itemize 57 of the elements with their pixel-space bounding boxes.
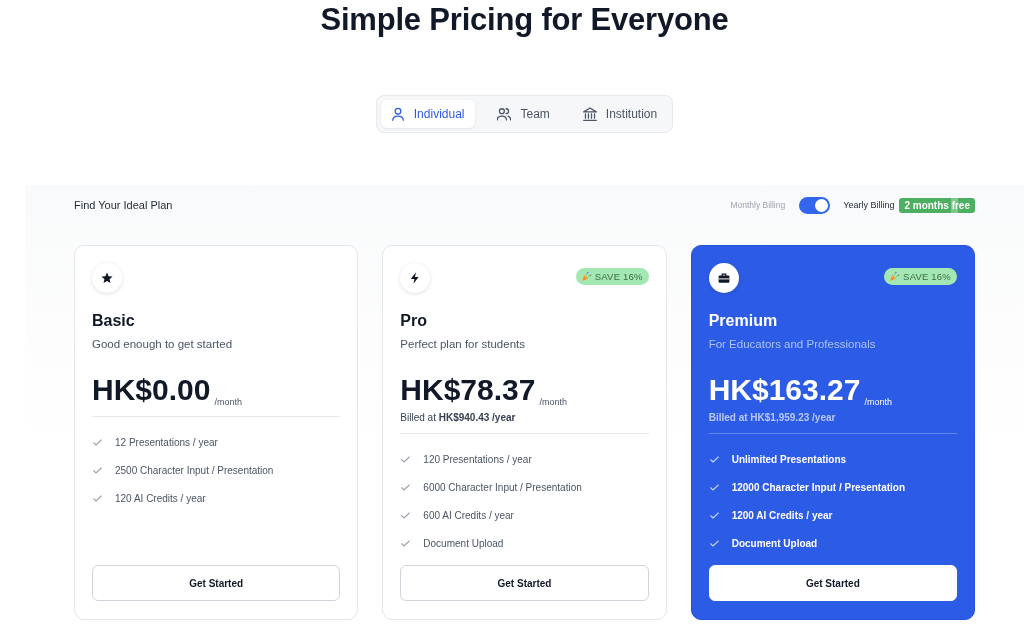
plan-price: HK$78.37	[400, 372, 536, 408]
savings-label: SAVE 16%	[594, 270, 643, 282]
briefcase-icon	[708, 263, 739, 293]
yearly-billing-note: Billed at HK$1,959.23 /year	[708, 411, 837, 425]
people-icon	[497, 107, 512, 121]
plan-price: HK$163.27	[708, 372, 861, 408]
plan-name: Basic	[92, 311, 136, 331]
feature-text: Document Upload	[423, 537, 504, 549]
check-icon	[709, 539, 719, 547]
price-period: /month	[864, 397, 892, 407]
plan-price: HK$0.00	[92, 372, 211, 408]
feature-text: Unlimited Presentations	[731, 453, 847, 465]
person-icon	[390, 107, 405, 121]
monthly-billing-label: Monthly Billing	[730, 200, 786, 210]
feature-text: 2500 Character Input / Presentation	[115, 464, 274, 476]
get-started-button[interactable]: Get Started	[708, 565, 957, 601]
feature-text: 12000 Character Input / Presentation	[731, 481, 906, 493]
check-icon	[93, 494, 102, 502]
promo-badge: 2 months free	[899, 197, 975, 213]
get-started-button[interactable]: Get Started	[400, 565, 649, 601]
feature-text: Document Upload	[731, 537, 818, 549]
page-title: Simple Pricing for Everyone	[320, 1, 729, 39]
check-icon	[709, 455, 719, 463]
check-icon	[401, 483, 411, 491]
check-icon	[401, 511, 411, 519]
check-icon	[93, 466, 102, 474]
feature-text: 6000 Character Input / Presentation	[423, 481, 582, 493]
section-heading: Find Your Ideal Plan	[74, 199, 173, 211]
plan-description: Good enough to get started	[92, 337, 234, 352]
price-period: /month	[539, 397, 567, 407]
feature-text: 1200 AI Credits / year	[731, 509, 833, 521]
check-icon	[401, 539, 411, 547]
plan-name: Pro	[400, 311, 428, 331]
plan-description: For Educators and Professionals	[708, 337, 877, 352]
savings-label: SAVE 16%	[903, 270, 951, 282]
feature-text: 120 Presentations / year	[423, 453, 532, 465]
bank-icon	[582, 107, 597, 121]
audience-tab[interactable]: Team	[487, 100, 561, 128]
get-started-button[interactable]: Get Started	[92, 565, 341, 601]
yearly-billing-label: Yearly Billing	[843, 200, 895, 210]
plan-name: Premium	[708, 311, 779, 331]
audience-tab[interactable]: Institution	[572, 100, 669, 128]
plan-description: Perfect plan for students	[400, 337, 526, 352]
check-icon	[709, 511, 719, 519]
feature-text: 600 AI Credits / year	[423, 509, 514, 521]
feature-text: 120 AI Credits / year	[115, 492, 206, 504]
party-popper-icon	[580, 270, 592, 282]
check-icon	[709, 483, 719, 491]
check-icon	[401, 455, 411, 463]
yearly-billing-note: Billed at HK$940.43 /year	[400, 411, 517, 425]
lightning-bolt-icon	[400, 263, 431, 293]
party-popper-icon	[889, 270, 901, 282]
check-icon	[93, 438, 102, 446]
price-period: /month	[214, 397, 242, 407]
billing-toggle[interactable]	[799, 196, 831, 214]
audience-tab[interactable]: Individual	[380, 100, 476, 128]
feature-text: 12 Presentations / year	[115, 436, 218, 448]
